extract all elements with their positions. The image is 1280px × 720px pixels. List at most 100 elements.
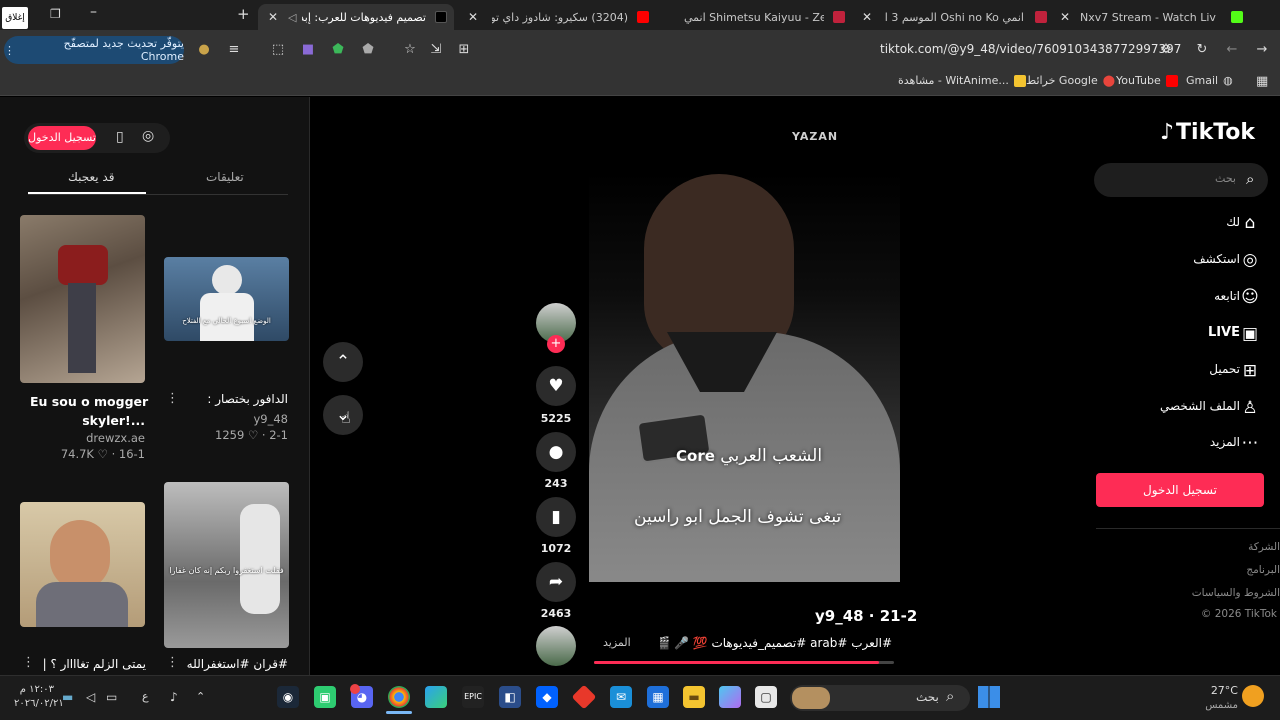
footer-program[interactable]: البرنامج: [1246, 564, 1280, 576]
nav-for-you[interactable]: لك: [1226, 215, 1240, 229]
video-author[interactable]: y9_48: [168, 412, 288, 426]
dropbox-icon[interactable]: ◆: [536, 686, 558, 708]
footer-company[interactable]: الشركة: [1248, 541, 1280, 553]
bookmark-star-icon[interactable]: ☆: [402, 42, 418, 58]
live-tv-icon[interactable]: ▣: [1239, 323, 1261, 345]
search-icon[interactable]: ⌕: [1246, 170, 1254, 188]
tab-anime-1[interactable]: انمي Shimetsu Kaiyuu - Zenpen: [684, 4, 860, 30]
nav-live[interactable]: LIVE: [1208, 325, 1240, 340]
new-tab-button[interactable]: +: [237, 5, 250, 23]
tab-anime-2[interactable]: ✕ انمي Oshi no Ko الموسم 3 الحلقة: [862, 4, 1058, 30]
profile-icon[interactable]: ♙: [1239, 397, 1261, 419]
input-language[interactable]: ع: [142, 690, 149, 703]
nav-more[interactable]: المزيد: [1210, 435, 1240, 449]
minimize-window-icon[interactable]: –: [90, 4, 97, 20]
nav-explore[interactable]: استكشف: [1193, 252, 1240, 266]
weather-temp[interactable]: 27°C: [1200, 684, 1238, 697]
install-app-icon[interactable]: ⇲: [428, 42, 444, 58]
nav-profile[interactable]: الملف الشخصي: [1160, 399, 1240, 413]
file-explorer-icon[interactable]: ▬: [683, 686, 705, 708]
video-title[interactable]: Eu sou o mogger skyler!...: [30, 392, 148, 430]
nav-following[interactable]: اتابعه: [1214, 289, 1240, 303]
app-icon[interactable]: ◧: [499, 686, 521, 708]
game-app-icon[interactable]: ▣: [314, 686, 336, 708]
volume-icon[interactable]: ◁: [86, 690, 95, 704]
video-thumbnail[interactable]: فقلت استغفروا ربكم إنه كان غفارا: [164, 482, 289, 648]
see-more-link[interactable]: المزيد: [603, 636, 631, 649]
epic-games-icon[interactable]: EPIC: [462, 686, 484, 708]
url-field[interactable]: tiktok.com/@y9_48/video/7609103438772997…: [880, 42, 1181, 56]
tab-youtube[interactable]: ✕ (3204) سكيرو: شادوز داي توايس: [462, 4, 658, 30]
music-avatar[interactable]: [536, 626, 576, 666]
translate-icon[interactable]: ⊞: [456, 42, 472, 58]
chrome-update-button[interactable]: يتوفّر تحديث جديد لمتصفّح Chrome ⋮: [4, 36, 184, 64]
home-icon[interactable]: ⌂: [1239, 212, 1261, 234]
copilot-icon[interactable]: [719, 686, 741, 708]
close-tab-icon[interactable]: ✕: [268, 10, 278, 24]
bookmark-gmail[interactable]: Gmail ◍: [1186, 74, 1233, 87]
more-options-icon[interactable]: ⋮: [22, 655, 35, 670]
like-button[interactable]: ♥: [536, 366, 576, 406]
video-thumbnail[interactable]: [20, 502, 145, 627]
media-control-icon[interactable]: ≡: [226, 42, 242, 58]
video-title[interactable]: الدافور بختصار :: [168, 392, 288, 406]
all-bookmarks-icon[interactable]: ▦: [1256, 74, 1268, 89]
tiktok-logo[interactable]: ♪ TikTok: [1160, 120, 1255, 145]
share-button[interactable]: ➦: [536, 562, 576, 602]
tab-liked[interactable]: قد يعجبك: [68, 170, 114, 184]
show-hidden-icons-icon[interactable]: ⌃: [196, 690, 205, 703]
extensions-icon[interactable]: ⬚: [270, 42, 286, 58]
video-thumbnail[interactable]: [20, 215, 145, 383]
steam-icon[interactable]: ◉: [277, 686, 299, 708]
more-options-icon[interactable]: ⋮: [166, 655, 179, 670]
mobile-icon[interactable]: ▯: [116, 129, 124, 145]
microphone-icon[interactable]: ♪: [170, 690, 178, 704]
close-tab-icon[interactable]: ✕: [862, 10, 872, 24]
store-icon[interactable]: ▦: [647, 686, 669, 708]
edge-icon[interactable]: [425, 686, 447, 708]
forward-icon[interactable]: ←: [1224, 42, 1240, 58]
follow-plus-icon[interactable]: +: [547, 335, 565, 353]
upload-plus-icon[interactable]: ⊞: [1239, 360, 1261, 382]
close-tab-icon[interactable]: ✕: [1060, 10, 1070, 24]
more-dots-icon[interactable]: ⋯: [1239, 432, 1261, 454]
previous-video-button[interactable]: ⌃: [323, 342, 363, 382]
bookmark-witanime[interactable]: مشاهدة - WitAnime...: [898, 74, 1031, 87]
compass-icon[interactable]: ◎: [1239, 249, 1261, 271]
video-thumbnail[interactable]: الوضع اسبوع الحالي مع الفتلاح: [164, 257, 289, 341]
mail-icon[interactable]: ✉: [610, 686, 632, 708]
weather-sun-icon[interactable]: [1242, 685, 1264, 707]
close-tab-icon[interactable]: ✕: [468, 10, 478, 24]
compass-icon[interactable]: ◎: [142, 128, 154, 144]
login-button-small[interactable]: تسجيل الدخول: [28, 126, 96, 150]
close-left-button[interactable]: إغلاق: [2, 7, 28, 29]
app-icon[interactable]: ▢: [755, 686, 777, 708]
login-button[interactable]: تسجيل الدخول: [1096, 473, 1264, 507]
profile-avatar-icon[interactable]: ●: [196, 42, 212, 58]
video-title[interactable]: يمتى الزلم تغاااار ؟ |: [30, 657, 146, 671]
tab-kick[interactable]: ✕ Nxv7 Stream - Watch Live on Kick: [1060, 4, 1280, 30]
clock-date[interactable]: ٢٠٢٦/٠٢/٢١: [14, 698, 64, 709]
reload-icon[interactable]: ↻: [1194, 42, 1210, 58]
chrome-icon[interactable]: [388, 686, 410, 708]
tab-comments[interactable]: تعليقات: [206, 170, 244, 184]
site-settings-icon[interactable]: ⚙: [1158, 42, 1174, 58]
footer-terms[interactable]: الشروط والسياسات: [1192, 587, 1280, 599]
bookmark-youtube[interactable]: YouTube: [1116, 74, 1183, 87]
extension-icon[interactable]: ■: [300, 42, 316, 58]
video-author[interactable]: drewzx.ae: [30, 431, 145, 445]
adblock-extension-icon[interactable]: ⬟: [360, 42, 376, 58]
tab-tiktok[interactable]: ✕ ◁ تصميم فيديوهات للعرب: إبداع: [258, 4, 454, 30]
shield-extension-icon[interactable]: ⬟: [330, 42, 346, 58]
bookmark-maps[interactable]: خرائط Google ⬤: [1026, 74, 1115, 87]
video-author-meta[interactable]: y9_48 · 21-2: [815, 607, 917, 625]
windows-start-icon[interactable]: [978, 686, 1000, 708]
clock-time[interactable]: ١٢:٠٣ م: [14, 684, 54, 695]
nav-upload[interactable]: تحميل: [1209, 362, 1240, 376]
save-button[interactable]: ▮: [536, 497, 576, 537]
video-title[interactable]: #قران #استغفرالله: [168, 657, 288, 671]
comment-button[interactable]: ●: [536, 432, 576, 472]
back-icon[interactable]: →: [1254, 42, 1270, 58]
restore-window-icon[interactable]: ❐: [50, 7, 61, 21]
network-icon[interactable]: ▭: [106, 690, 117, 704]
